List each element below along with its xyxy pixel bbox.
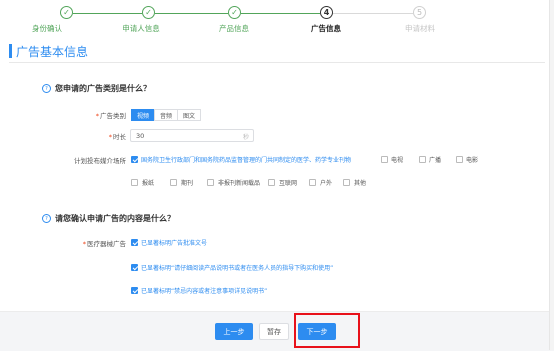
prev-button[interactable]: 上一步 xyxy=(215,323,253,340)
media-checkbox-periodical[interactable] xyxy=(170,179,177,186)
media-checkbox-tv[interactable] xyxy=(381,156,388,163)
media-checkbox-newspaper[interactable] xyxy=(131,179,138,186)
duration-input[interactable]: 30 秒 xyxy=(130,129,254,142)
media-option-journal: 国务院卫生行政部门和国务院药品监督管理的门共同制定的医学、药学专业刊物 xyxy=(141,157,352,164)
media-checkbox-other[interactable] xyxy=(343,179,350,186)
section-title: 广告基本信息 xyxy=(16,45,89,59)
duration-label: *时长 xyxy=(108,133,126,141)
media-option-outdoor: 户外 xyxy=(320,180,333,187)
question-circle-icon: ? xyxy=(42,214,51,223)
category-label: *广告类别 xyxy=(95,112,126,120)
media-checkbox-journal[interactable] xyxy=(131,156,138,163)
media-option-other: 其他 xyxy=(354,180,367,187)
step-connector xyxy=(241,13,320,14)
media-option-film: 电影 xyxy=(466,157,479,164)
device-ad-label: *医疗器械广告 xyxy=(82,240,126,248)
media-option-tv: 电视 xyxy=(391,157,404,164)
media-checkbox-outdoor[interactable] xyxy=(309,179,316,186)
media-option-internet: 互联网 xyxy=(279,180,298,187)
media-option-radio: 广播 xyxy=(429,157,442,164)
media-checkbox-film[interactable] xyxy=(456,156,463,163)
duration-unit: 秒 xyxy=(242,134,249,141)
category-option-image-text[interactable]: 图文 xyxy=(177,109,201,121)
step-4-label: 广告信息 xyxy=(311,24,341,33)
step-connector xyxy=(333,13,413,14)
step-2-label: 申请人信息 xyxy=(122,24,160,33)
step-1-check-icon: ✓ xyxy=(60,6,73,19)
step-5-label: 申请材料 xyxy=(405,24,435,33)
content-checkbox-read-manual[interactable] xyxy=(131,264,138,271)
annotation-highlight-box xyxy=(294,313,360,348)
media-option-non-press: 非报刊新闻载品 xyxy=(218,180,261,187)
step-5-number: 5 xyxy=(413,6,426,19)
section-divider xyxy=(9,62,545,63)
content-checkbox-approval-no[interactable] xyxy=(131,239,138,246)
media-checkbox-internet[interactable] xyxy=(268,179,275,186)
category-option-audio[interactable]: 音频 xyxy=(154,109,178,121)
category-option-video[interactable]: 视频 xyxy=(131,109,155,121)
section-accent-bar xyxy=(9,44,12,58)
footer-actions: 上一步 暂存 下一步 xyxy=(0,311,554,351)
question-2-text: 请您确认申请广告的内容是什么？ xyxy=(55,214,175,223)
media-label: 计划投布媒介场所 xyxy=(74,157,126,165)
duration-value: 30 xyxy=(136,131,145,140)
step-connector xyxy=(155,13,228,14)
media-checkbox-non-press[interactable] xyxy=(207,179,214,186)
step-3-label: 产品信息 xyxy=(219,24,249,33)
step-2-check-icon: ✓ xyxy=(142,6,155,19)
question-1-text: 您申请的广告类别是什么？ xyxy=(55,84,151,93)
progress-stepper: ✓ 身份确认 ✓ 申请人信息 ✓ 产品信息 4 广告信息 5 申请材料 xyxy=(0,0,554,34)
step-3-check-icon: ✓ xyxy=(228,6,241,19)
question-circle-icon: ? xyxy=(42,84,51,93)
scrollbar[interactable] xyxy=(549,0,554,350)
content-checkbox-contraindications[interactable] xyxy=(131,287,138,294)
save-draft-button[interactable]: 暂存 xyxy=(259,323,289,340)
content-option-read-manual: 已显著标明“请仔细阅读产品说明书或者在医务人员的指导下购买和使用” xyxy=(141,265,334,272)
media-option-periodical: 期刊 xyxy=(181,180,194,187)
content-option-contraindications: 已显著标明“禁忌内容或者注意事项详见说明书” xyxy=(141,288,268,295)
content-option-approval-no: 已显著标明广告批准文号 xyxy=(141,240,208,247)
media-checkbox-radio[interactable] xyxy=(419,156,426,163)
step-1-label: 身份确认 xyxy=(32,24,62,33)
step-connector xyxy=(73,13,142,14)
step-4-number: 4 xyxy=(320,6,333,19)
media-option-newspaper: 报纸 xyxy=(142,180,155,187)
category-segmented-control: 视频 音频 图文 xyxy=(131,109,201,121)
